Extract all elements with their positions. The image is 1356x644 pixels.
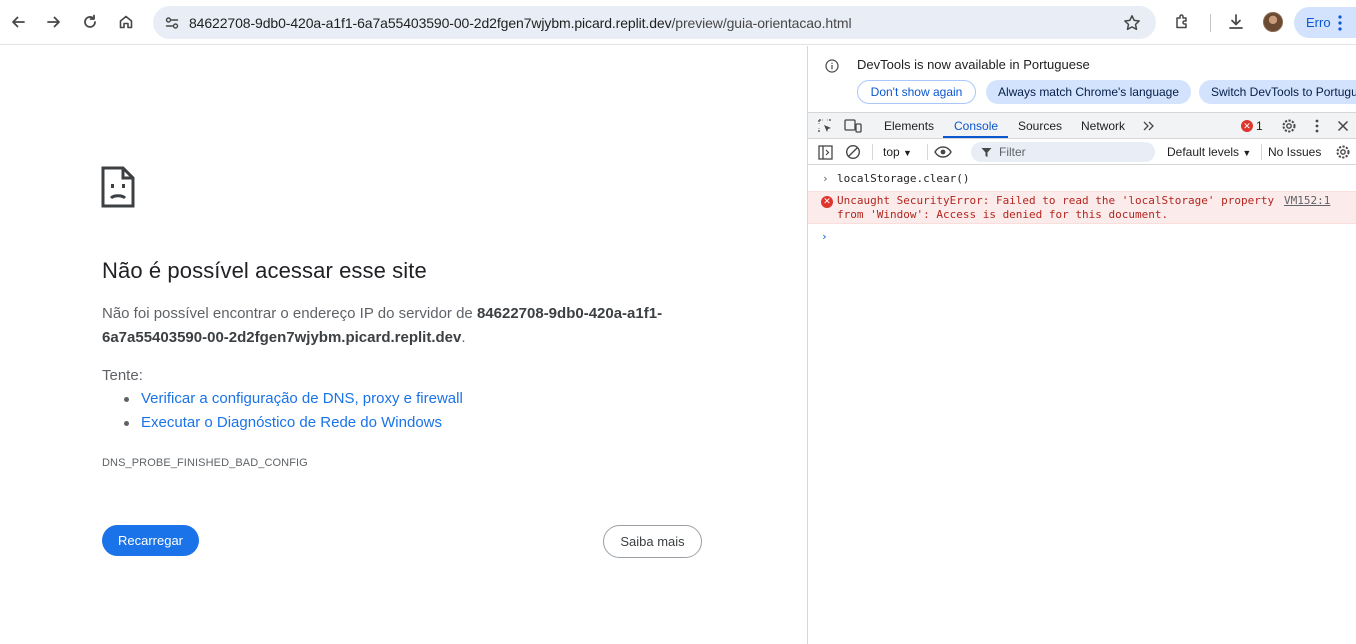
issues-button[interactable]: No Issues	[1268, 145, 1321, 159]
info-icon	[825, 59, 839, 73]
url-path: /preview/guia-orientacao.html	[671, 15, 852, 31]
clear-console-icon[interactable]	[844, 143, 862, 161]
console-error-message: Uncaught SecurityError: Failed to read t…	[837, 194, 1275, 221]
infobar-message: DevTools is now available in Portuguese	[857, 57, 1090, 72]
error-host-part1: 84622708-9db0-420a-a1f1-	[476, 305, 663, 322]
close-devtools-icon[interactable]	[1334, 117, 1352, 135]
avatar[interactable]	[1263, 12, 1283, 32]
error-count-badge[interactable]: ✕ 1	[1241, 119, 1263, 133]
sidebar-toggle-icon[interactable]	[816, 143, 834, 161]
extensions-icon[interactable]	[1171, 10, 1195, 34]
profile-chip[interactable]: Erro	[1294, 7, 1356, 38]
devtools-menu-icon[interactable]	[1308, 117, 1326, 135]
devtools-panel: DevTools is now available in Portuguese …	[807, 46, 1356, 644]
suggestion-diagnostics-link[interactable]: Executar o Diagnóstico de Rede do Window…	[122, 411, 463, 435]
url-host: 84622708-9db0-420a-a1f1-6a7a55403590-00-…	[189, 15, 672, 31]
reload-page-button[interactable]: Recarregar	[102, 525, 199, 556]
back-icon	[12, 16, 25, 28]
device-toolbar-icon[interactable]	[844, 117, 862, 135]
address-bar[interactable]: 84622708-9db0-420a-a1f1-6a7a55403590-00-…	[153, 6, 1156, 39]
reload-button[interactable]	[76, 8, 104, 36]
live-expression-eye-icon[interactable]	[934, 143, 952, 161]
back-button[interactable]	[4, 8, 32, 36]
learn-more-button[interactable]: Saiba mais	[603, 525, 702, 558]
levels-label: Default levels	[1167, 145, 1240, 159]
error-code: DNS_PROBE_FINISHED_BAD_CONFIG	[102, 457, 308, 469]
input-chevron-icon: ›	[822, 172, 829, 185]
console-filterbar: top ▼ Filter Default levels ▼ No Issues	[808, 139, 1356, 165]
tab-network[interactable]: Network	[1081, 119, 1125, 133]
sad-document-icon	[101, 166, 135, 208]
forward-button[interactable]	[40, 8, 68, 36]
tab-sources[interactable]: Sources	[1018, 119, 1062, 133]
more-tabs-chevron-icon[interactable]	[1139, 117, 1157, 135]
toolbar-divider	[1210, 14, 1211, 32]
more-icon	[1338, 15, 1342, 31]
home-button[interactable]	[112, 8, 140, 36]
filterbar-divider	[927, 144, 928, 160]
home-icon	[119, 15, 133, 29]
error-count: 1	[1256, 119, 1263, 133]
profile-label: Erro	[1306, 15, 1331, 30]
switch-language-button[interactable]: Switch DevTools to Portuguese	[1199, 80, 1356, 104]
devtools-tabbar: Elements Console Sources Network ✕ 1	[808, 112, 1356, 139]
filterbar-divider	[872, 144, 873, 160]
prompt-chevron-icon: ›	[821, 230, 828, 243]
log-levels-dropdown[interactable]: Default levels ▼	[1167, 145, 1251, 159]
console-input-code: localStorage.clear()	[837, 172, 970, 185]
browser-toolbar: 84622708-9db0-420a-a1f1-6a7a55403590-00-…	[0, 0, 1356, 45]
console-prompt[interactable]: ›	[808, 230, 1356, 246]
console-error-entry: ✕ Uncaught SecurityError: Failed to read…	[808, 191, 1356, 224]
forward-icon	[47, 16, 60, 28]
url-text[interactable]: 84622708-9db0-420a-a1f1-6a7a55403590-00-…	[189, 15, 852, 31]
tab-elements[interactable]: Elements	[884, 119, 934, 133]
always-match-language-button[interactable]: Always match Chrome's language	[986, 80, 1191, 104]
error-desc-prefix: Não foi possível encontrar o endereço IP…	[102, 305, 477, 322]
filterbar-divider	[1261, 144, 1262, 160]
console-input-entry: › localStorage.clear()	[808, 172, 1356, 190]
error-desc-suffix: .	[461, 329, 466, 346]
error-page: Não é possível acessar esse site Não foi…	[0, 46, 807, 644]
filter-icon	[981, 148, 992, 157]
chevron-down-icon: ▼	[1242, 148, 1252, 158]
active-tab-indicator	[943, 136, 1008, 138]
star-icon[interactable]	[1122, 13, 1142, 33]
dont-show-again-button[interactable]: Don't show again	[857, 80, 976, 104]
console-filter-input[interactable]: Filter	[971, 142, 1155, 162]
console-settings-gear-icon[interactable]	[1334, 143, 1352, 161]
filter-placeholder: Filter	[999, 145, 1026, 159]
error-icon: ✕	[821, 196, 833, 208]
console-error-source-link[interactable]: VM152:1	[1284, 194, 1330, 208]
error-host-part2: 6a7a55403590-00-2d2fgen7wjybm.picard.rep…	[102, 329, 462, 346]
suggestion-list: Verificar a configuração de DNS, proxy e…	[122, 387, 463, 435]
chevron-down-icon: ▼	[903, 148, 912, 158]
error-title: Não é possível acessar esse site	[102, 258, 427, 283]
settings-gear-icon[interactable]	[1280, 117, 1298, 135]
reload-icon	[84, 14, 96, 28]
site-info-icon[interactable]	[161, 12, 183, 34]
suggestion-dns-link[interactable]: Verificar a configuração de DNS, proxy e…	[122, 387, 463, 411]
try-label: Tente:	[102, 367, 143, 384]
tab-console[interactable]: Console	[954, 119, 998, 133]
devtools-language-infobar: DevTools is now available in Portuguese …	[808, 46, 1356, 112]
error-icon: ✕	[1241, 120, 1253, 132]
context-selector[interactable]: top ▼	[883, 145, 912, 159]
download-icon[interactable]	[1224, 10, 1248, 34]
inspect-element-icon[interactable]	[816, 117, 834, 135]
context-value: top	[883, 145, 900, 159]
error-description: Não foi possível encontrar o endereço IP…	[102, 302, 702, 350]
